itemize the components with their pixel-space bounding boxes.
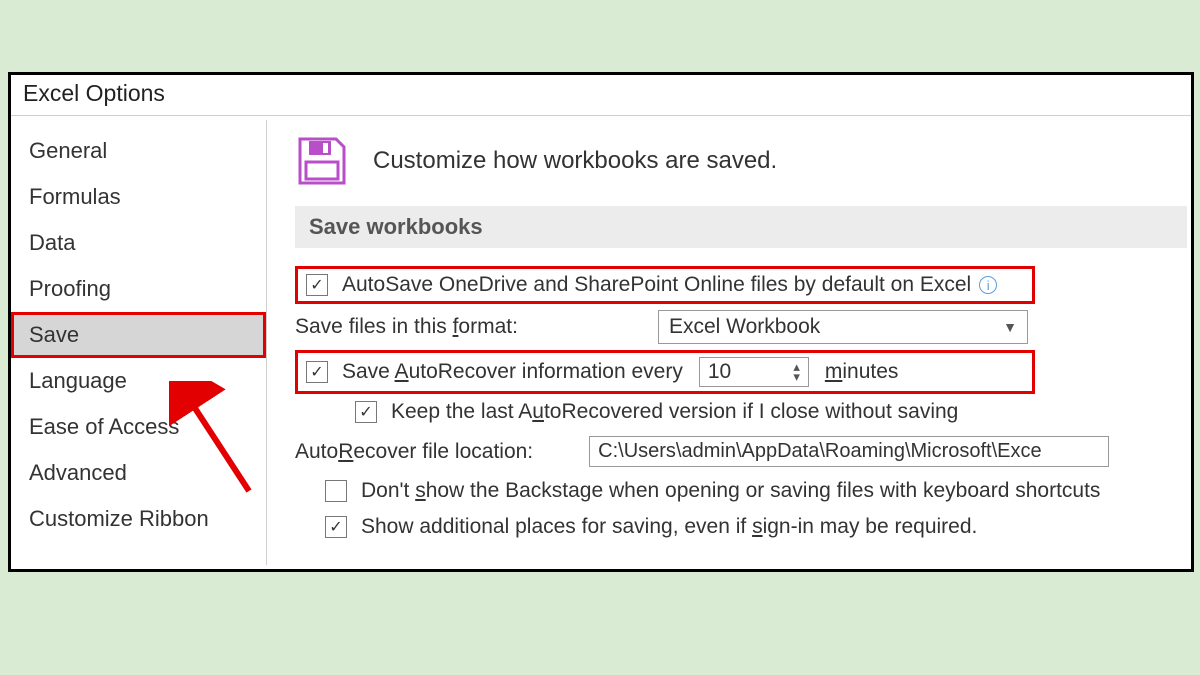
save-workbooks-panel: AutoSave OneDrive and SharePoint Online …: [295, 248, 1191, 545]
page-header-text: Customize how workbooks are saved.: [373, 147, 777, 175]
keep-last-checkbox[interactable]: [355, 401, 377, 423]
info-icon[interactable]: i: [979, 276, 997, 294]
autosave-label: AutoSave OneDrive and SharePoint Online …: [342, 273, 971, 297]
additional-places-checkbox[interactable]: [325, 516, 347, 538]
autorecover-row: Save AutoRecover information every 10 ▴▾…: [295, 350, 1035, 394]
autorecover-minutes-value: 10: [708, 360, 731, 384]
sidebar-item-language[interactable]: Language: [11, 358, 266, 404]
autorecover-unit-label: minutes: [825, 360, 899, 384]
autosave-checkbox[interactable]: [306, 274, 328, 296]
autorecover-location-row: AutoRecover file location: C:\Users\admi…: [295, 430, 1191, 473]
sidebar-item-general[interactable]: General: [11, 128, 266, 174]
sidebar-item-customize-ribbon[interactable]: Customize Ribbon: [11, 496, 266, 542]
sidebar-item-formulas[interactable]: Formulas: [11, 174, 266, 220]
additional-places-row: Show additional places for saving, even …: [295, 509, 1191, 545]
autorecover-minutes-spinner[interactable]: 10 ▴▾: [699, 357, 809, 387]
sidebar-item-proofing[interactable]: Proofing: [11, 266, 266, 312]
backstage-label: Don't show the Backstage when opening or…: [361, 479, 1100, 503]
page-header: Customize how workbooks are saved.: [295, 120, 1191, 206]
section-title-save-workbooks: Save workbooks: [295, 206, 1187, 248]
category-sidebar: General Formulas Data Proofing Save Lang…: [11, 120, 267, 565]
additional-places-label: Show additional places for saving, even …: [361, 515, 977, 539]
sidebar-item-data[interactable]: Data: [11, 220, 266, 266]
backstage-row: Don't show the Backstage when opening or…: [295, 473, 1191, 509]
autorecover-checkbox[interactable]: [306, 361, 328, 383]
backstage-checkbox[interactable]: [325, 480, 347, 502]
keep-last-row: Keep the last AutoRecovered version if I…: [295, 394, 1191, 430]
autosave-row: AutoSave OneDrive and SharePoint Online …: [295, 266, 1035, 304]
save-format-row: Save files in this format: Excel Workboo…: [295, 304, 1191, 350]
sidebar-item-save[interactable]: Save: [11, 312, 266, 358]
sidebar-item-advanced[interactable]: Advanced: [11, 450, 266, 496]
options-dialog: Excel Options General Formulas Data Proo…: [8, 72, 1194, 572]
save-format-dropdown[interactable]: Excel Workbook ▼: [658, 310, 1028, 344]
sidebar-item-ease-of-access[interactable]: Ease of Access: [11, 404, 266, 450]
dialog-body: General Formulas Data Proofing Save Lang…: [11, 115, 1191, 565]
autorecover-label: Save AutoRecover information every: [342, 360, 683, 384]
save-format-label: Save files in this format:: [295, 315, 518, 339]
autorecover-location-label: AutoRecover file location:: [295, 440, 533, 464]
chevron-down-icon: ▼: [1003, 319, 1017, 335]
keep-last-label: Keep the last AutoRecovered version if I…: [391, 400, 958, 424]
spinner-arrows-icon: ▴▾: [793, 362, 800, 382]
save-format-value: Excel Workbook: [669, 315, 820, 339]
content-pane: Customize how workbooks are saved. Save …: [267, 120, 1191, 565]
window-title: Excel Options: [11, 75, 1191, 115]
autorecover-location-field[interactable]: C:\Users\admin\AppData\Roaming\Microsoft…: [589, 436, 1109, 467]
floppy-disk-icon: [295, 134, 349, 188]
